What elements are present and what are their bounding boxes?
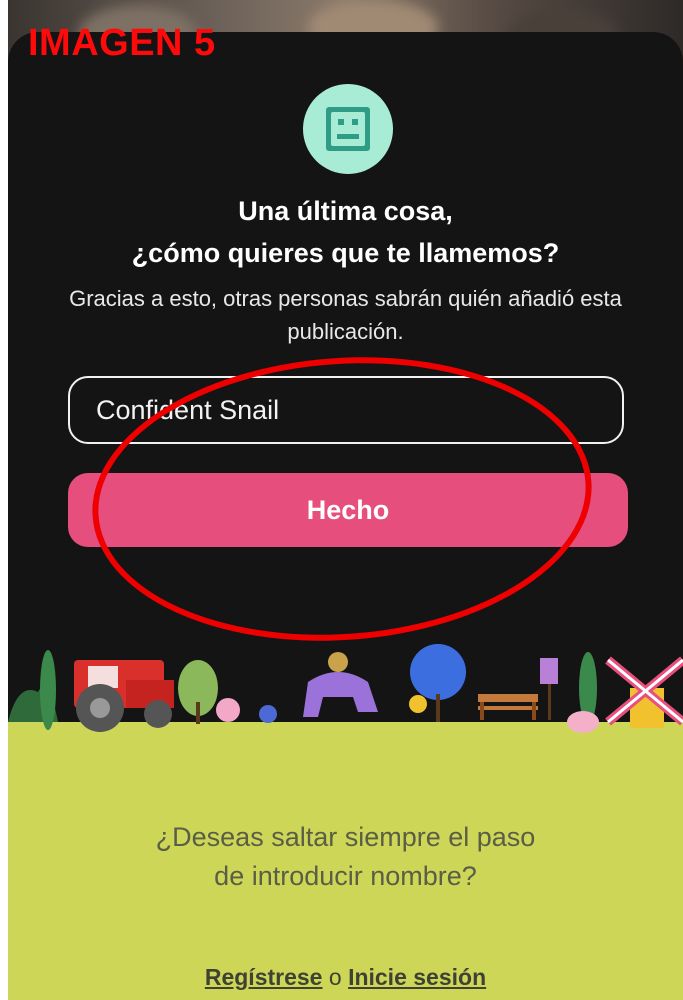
avatar xyxy=(303,84,393,174)
horse-illustration xyxy=(303,652,378,717)
name-dialog: Una última cosa, ¿cómo quieres que te ll… xyxy=(8,32,683,1000)
done-button[interactable]: Hecho xyxy=(68,473,628,547)
skip-name-prompt-line-2: de introducir nombre? xyxy=(214,861,477,891)
farm-scene-illustration xyxy=(8,644,683,742)
tractor-illustration xyxy=(74,660,174,732)
skip-name-prompt: ¿Deseas saltar siempre el paso de introd… xyxy=(8,818,683,896)
register-link[interactable]: Regístrese xyxy=(205,964,323,990)
bottom-section: ¿Deseas saltar siempre el paso de introd… xyxy=(8,740,683,1000)
login-link[interactable]: Inicie sesión xyxy=(348,964,486,990)
page-title-line-1: Una última cosa, xyxy=(238,196,453,226)
robot-face-icon xyxy=(326,107,370,151)
skip-name-prompt-line-1: ¿Deseas saltar siempre el paso xyxy=(155,822,536,852)
name-input[interactable] xyxy=(68,376,624,444)
page-title-line-2: ¿cómo quieres que te llamemos? xyxy=(131,238,560,268)
auth-links: Regístrese o Inicie sesión xyxy=(8,964,683,991)
image-caption: IMAGEN 5 xyxy=(28,22,216,64)
auth-separator: o xyxy=(328,964,342,990)
subtitle: Gracias a esto, otras personas sabrán qu… xyxy=(69,286,622,344)
windmill-illustration xyxy=(605,656,683,728)
